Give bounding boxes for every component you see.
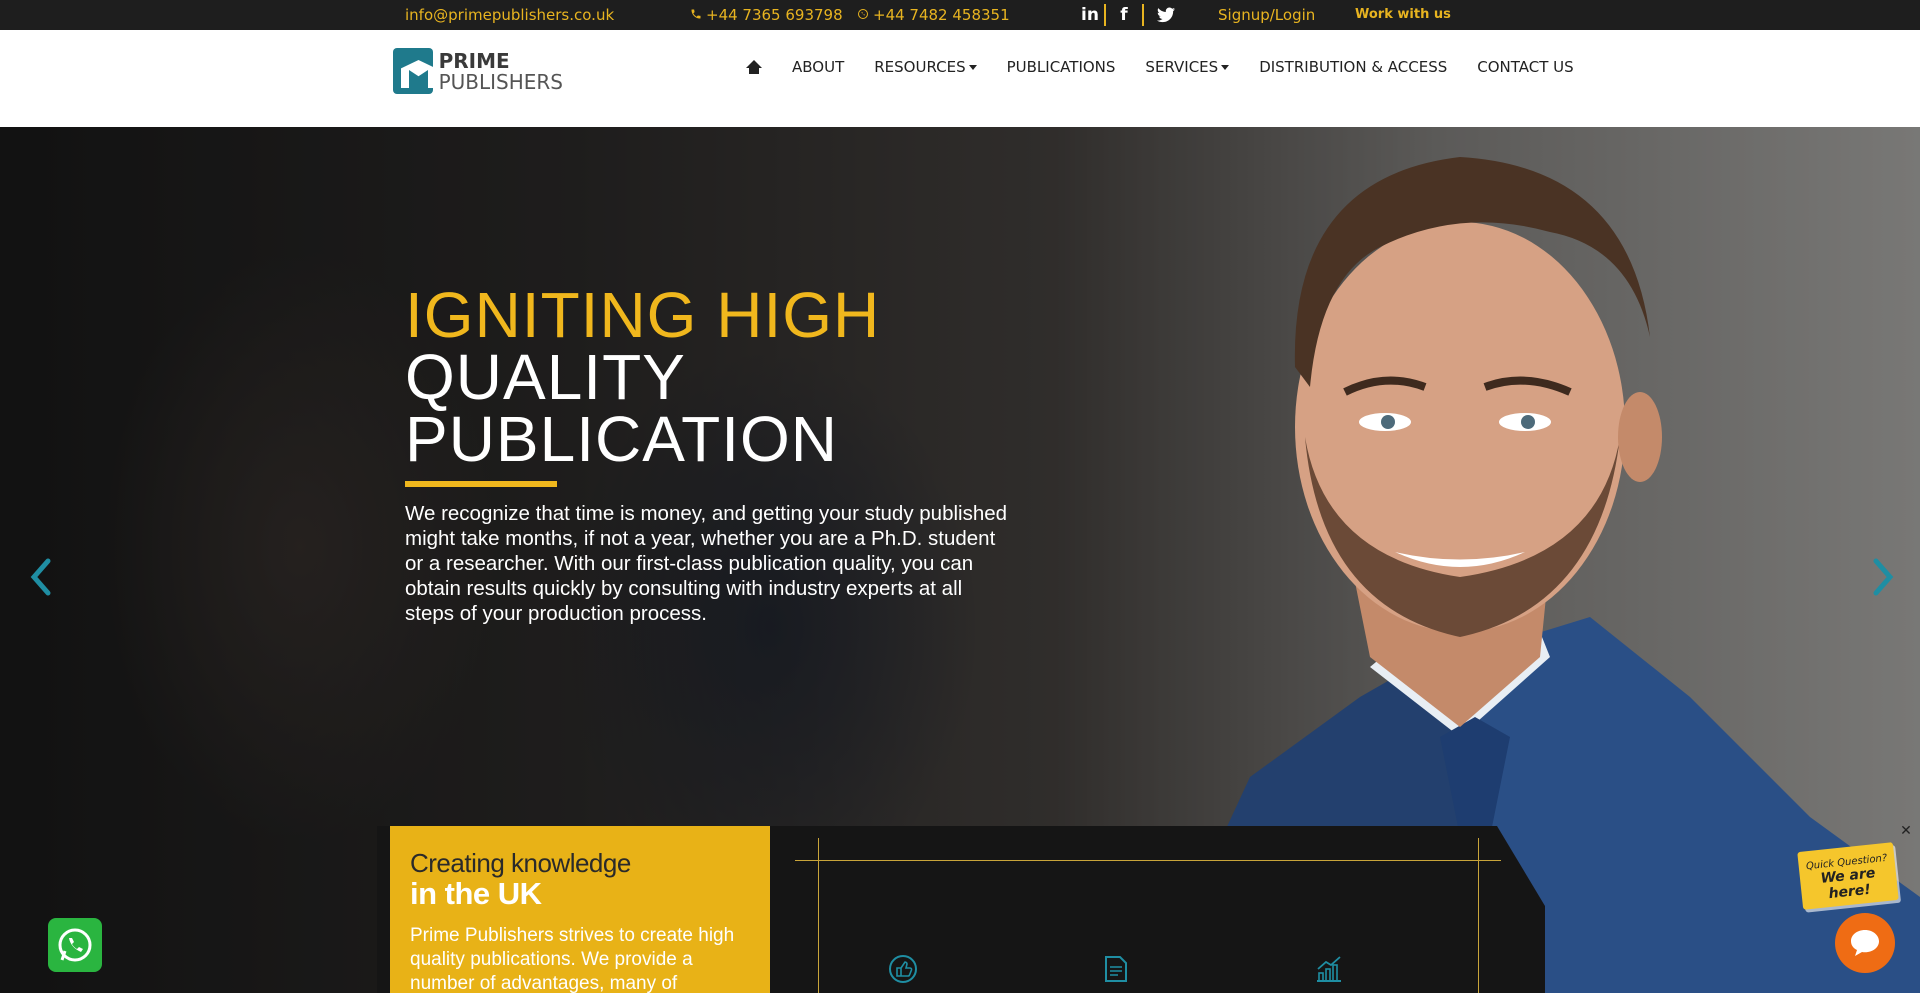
intro-card: Creating knowledge in the UK Prime Publi… [390,826,770,993]
logo-icon [393,48,433,94]
growth-chart-icon [1313,953,1345,985]
signup-login-link[interactable]: Signup/Login [1218,6,1315,24]
whatsapp-chat-button[interactable] [48,918,102,972]
twitter-icon[interactable] [1146,4,1186,26]
whatsapp-icon [857,6,871,24]
site-header: PRIME PUBLISHERS ABOUT RESOURCES PUBLICA… [0,30,1920,127]
nav-resources[interactable]: RESOURCES [874,58,977,76]
logo[interactable]: PRIME PUBLISHERS [393,47,563,95]
facebook-icon[interactable]: f [1106,4,1142,26]
main-nav: ABOUT RESOURCES PUBLICATIONS SERVICES DI… [746,58,1604,76]
thumbs-up-icon [887,953,919,985]
headline-line-1: IGNITING HIGH [405,279,881,351]
headline-line-3: PUBLICATION [405,403,838,475]
logo-line-2: PUBLISHERS [438,69,563,94]
chevron-right-icon [1873,558,1894,596]
intro-card-subtitle: in the UK [410,876,542,911]
phone-number: +44 7365 693798 [706,6,843,24]
logo-line-1: PRIME [438,48,510,73]
caret-down-icon [1221,65,1230,70]
whatsapp-link[interactable]: +44 7482 458351 [857,6,1010,24]
divider [1142,4,1144,26]
intro-card-text: Prime Publishers strives to create high … [410,925,735,993]
nav-about[interactable]: ABOUT [792,58,844,76]
nav-distribution[interactable]: DISTRIBUTION & ACCESS [1259,58,1447,76]
nav-services-label: SERVICES [1145,58,1219,76]
quick-question-bubble[interactable]: Quick Question? We are here! [1797,842,1899,910]
chat-bubble-icon [1851,930,1879,956]
nav-services[interactable]: SERVICES [1145,58,1230,76]
headline-underline [405,481,557,487]
headline-line-2: QUALITY [405,341,686,413]
close-widget-button[interactable]: ✕ [1898,823,1914,839]
home-icon[interactable] [746,60,762,74]
caret-down-icon [968,65,977,70]
whatsapp-icon [58,928,92,962]
slider-next-button[interactable] [1868,557,1898,597]
linkedin-icon[interactable]: in [1078,4,1102,26]
phone-icon [690,6,704,24]
nav-publications[interactable]: PUBLICATIONS [1007,58,1116,76]
intro-card-title: Creating knowledge [410,848,631,878]
nav-contact[interactable]: CONTACT US [1477,58,1573,76]
frame-line [795,860,1501,861]
frame-line [1478,838,1479,993]
whatsapp-number: +44 7482 458351 [873,6,1010,24]
hero-description: We recognize that time is money, and get… [405,502,1008,625]
logo-text: PRIME PUBLISHERS [439,51,563,92]
social-links: in f [1078,4,1186,26]
hero-headline: IGNITING HIGH QUALITY PUBLICATION [405,279,881,475]
live-chat-button[interactable] [1835,913,1895,973]
slider-prev-button[interactable] [26,557,56,597]
work-with-us-link[interactable]: Work with us [1355,7,1451,22]
phone-link[interactable]: +44 7365 693798 [690,6,843,24]
nav-resources-label: RESOURCES [874,58,966,76]
frame-line [818,838,819,993]
chevron-left-icon [30,558,51,596]
document-icon [1100,953,1132,985]
top-bar: info@primepublishers.co.uk +44 7365 6937… [0,0,1920,30]
email-link[interactable]: info@primepublishers.co.uk [405,6,614,24]
